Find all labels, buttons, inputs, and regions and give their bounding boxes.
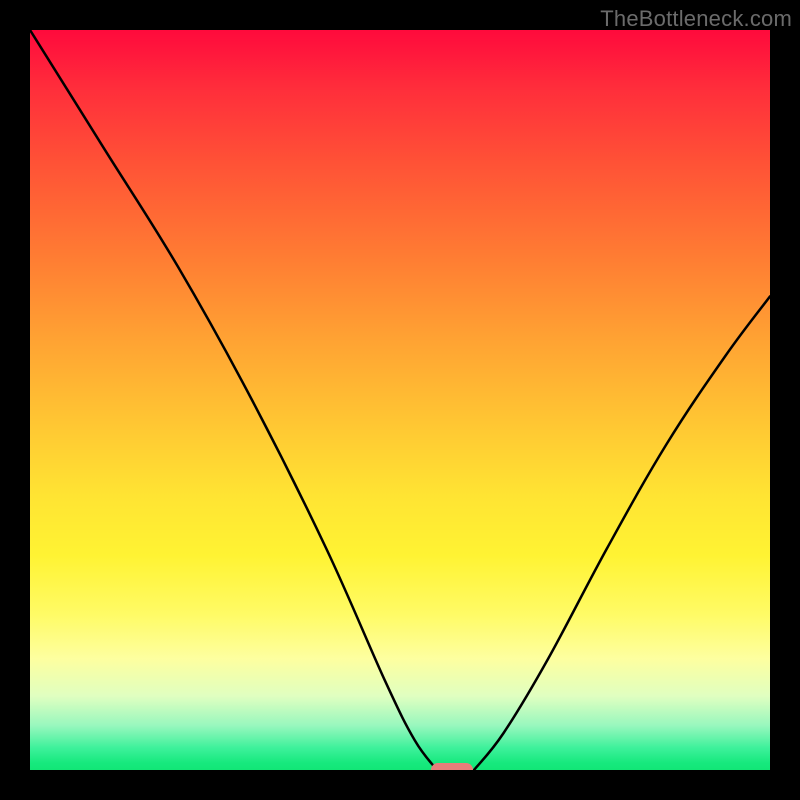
chart-frame: TheBottleneck.com	[0, 0, 800, 800]
curve-right-branch	[474, 296, 770, 770]
bottleneck-curve	[30, 30, 770, 770]
curve-left-branch	[30, 30, 437, 770]
plot-area	[30, 30, 770, 770]
watermark-text: TheBottleneck.com	[600, 6, 792, 32]
optimum-marker	[431, 763, 473, 770]
